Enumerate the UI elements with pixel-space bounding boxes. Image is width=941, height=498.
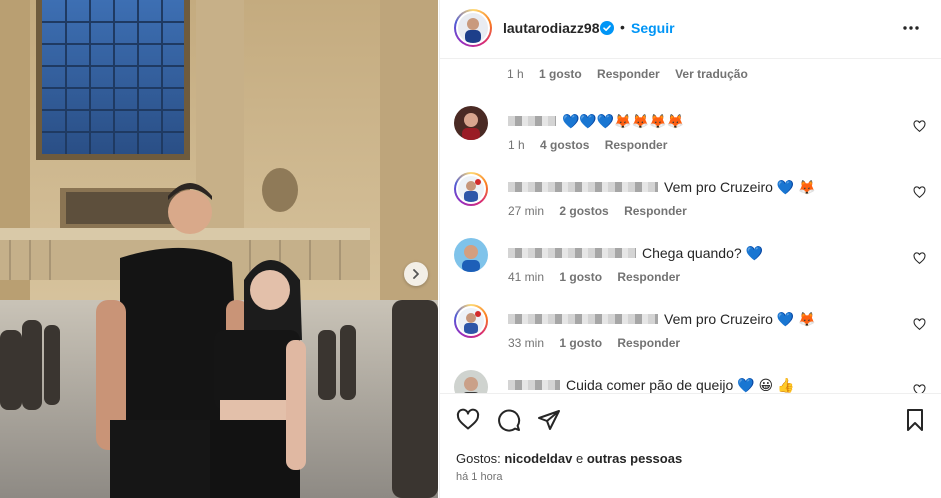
comments-list: 1 h 1 gosto Responder Ver tradução 💙💙💙🦊🦊… <box>440 60 941 393</box>
author-avatar[interactable] <box>454 9 492 47</box>
comment-text: Vem pro Cruzeiro 💙 🦊 <box>664 178 816 195</box>
like-comment-heart-icon[interactable] <box>913 186 926 199</box>
caption-time: 1 h <box>507 67 524 81</box>
comment-reply-button[interactable]: Responder <box>617 270 680 284</box>
comment-likes[interactable]: 4 gostos <box>540 138 589 152</box>
post-timestamp[interactable]: há 1 hora <box>456 471 502 483</box>
blurred-username <box>508 182 658 192</box>
likes-summary: Gostos: nicodeldav e outras pessoas <box>456 451 682 466</box>
commenter-avatar[interactable] <box>454 238 488 272</box>
more-options-icon[interactable] <box>902 21 920 35</box>
next-photo-button[interactable] <box>404 262 428 286</box>
liked-by-user[interactable]: nicodeldav <box>504 451 572 466</box>
comment-reply-button[interactable]: Responder <box>617 336 680 350</box>
caption-meta: 1 h 1 gosto Responder Ver tradução <box>507 67 760 81</box>
blurred-username <box>508 314 658 324</box>
comment-meta: 1 h 4 gostos Responder <box>508 138 679 152</box>
comment-text: Vem pro Cruzeiro 💙 🦊 <box>664 310 816 327</box>
comment-item: Vem pro Cruzeiro 💙 🦊 27 min 2 gostos Res… <box>440 172 941 238</box>
like-comment-heart-icon[interactable] <box>913 318 926 331</box>
comment-text: Chega quando? 💙 <box>642 244 763 261</box>
comment-time: 33 min <box>508 336 545 350</box>
post-side-panel: lautarodiazz98 • Seguir 1 h 1 gosto Resp… <box>439 0 941 498</box>
commenter-avatar[interactable] <box>454 304 488 338</box>
comment-reply-button[interactable]: Responder <box>624 204 687 218</box>
comment-item: Vem pro Cruzeiro 💙 🦊 33 min 1 gosto Resp… <box>440 304 941 370</box>
comment-bubble-icon[interactable] <box>497 408 521 432</box>
comment-time: 27 min <box>508 204 545 218</box>
comment-item: Chega quando? 💙 41 min 1 gosto Responder <box>440 238 941 304</box>
comment-meta: 27 min 2 gostos Responder <box>508 204 699 218</box>
chevron-right-icon <box>413 269 419 279</box>
comment-item: 💙💙💙🦊🦊🦊🦊 1 h 4 gostos Responder <box>440 106 941 172</box>
commenter-avatar[interactable] <box>454 370 488 393</box>
blurred-username <box>508 380 560 390</box>
blurred-username <box>508 248 636 258</box>
author-username[interactable]: lautarodiazz98 <box>503 20 599 36</box>
post-photo <box>0 0 438 498</box>
comment-text: Cuida comer pão de queijo 💙 😀 👍 <box>566 376 795 393</box>
caption-reply-button[interactable]: Responder <box>597 67 660 81</box>
commenter-avatar[interactable] <box>454 106 488 140</box>
post-header: lautarodiazz98 • Seguir <box>440 0 941 59</box>
comment-likes[interactable]: 1 gosto <box>559 336 602 350</box>
share-send-icon[interactable] <box>537 408 561 432</box>
comment-meta: 41 min 1 gosto Responder <box>508 270 692 284</box>
like-comment-heart-icon[interactable] <box>913 252 926 265</box>
comment-meta: 33 min 1 gosto Responder <box>508 336 692 350</box>
comment-text-line: Chega quando? 💙 <box>508 245 763 261</box>
comment-time: 41 min <box>508 270 545 284</box>
comment-likes[interactable]: 2 gostos <box>559 204 608 218</box>
follow-button[interactable]: Seguir <box>631 20 675 36</box>
author-avatar-image <box>458 13 488 43</box>
comment-item: Cuida comer pão de queijo 💙 😀 👍 <box>440 370 941 393</box>
like-heart-icon[interactable] <box>456 408 480 432</box>
see-translation-button[interactable]: Ver tradução <box>675 67 748 81</box>
blurred-username <box>508 116 556 126</box>
comment-reply-button[interactable]: Responder <box>605 138 668 152</box>
post-photo-scene <box>0 0 438 498</box>
comment-likes[interactable]: 1 gosto <box>559 270 602 284</box>
comment-text-line: Cuida comer pão de queijo 💙 😀 👍 <box>508 377 794 393</box>
caption-likes[interactable]: 1 gosto <box>539 67 582 81</box>
comment-time: 1 h <box>508 138 525 152</box>
comment-text: 💙💙💙🦊🦊🦊🦊 <box>562 112 685 129</box>
likes-connector: e <box>572 451 587 466</box>
verified-badge-icon <box>600 21 614 35</box>
likes-prefix: Gostos: <box>456 451 505 466</box>
comment-text-line: Vem pro Cruzeiro 💙 🦊 <box>508 311 816 327</box>
commenter-avatar[interactable] <box>454 172 488 206</box>
like-comment-heart-icon[interactable] <box>913 384 926 393</box>
comment-text-line: Vem pro Cruzeiro 💙 🦊 <box>508 179 816 195</box>
comment-text-line: 💙💙💙🦊🦊🦊🦊 <box>508 113 684 129</box>
like-comment-heart-icon[interactable] <box>913 120 926 133</box>
header-separator: • <box>620 19 625 35</box>
bookmark-save-icon[interactable] <box>903 408 927 432</box>
post-actions: Gostos: nicodeldav e outras pessoas há 1… <box>440 393 941 498</box>
liked-by-others[interactable]: outras pessoas <box>587 451 682 466</box>
